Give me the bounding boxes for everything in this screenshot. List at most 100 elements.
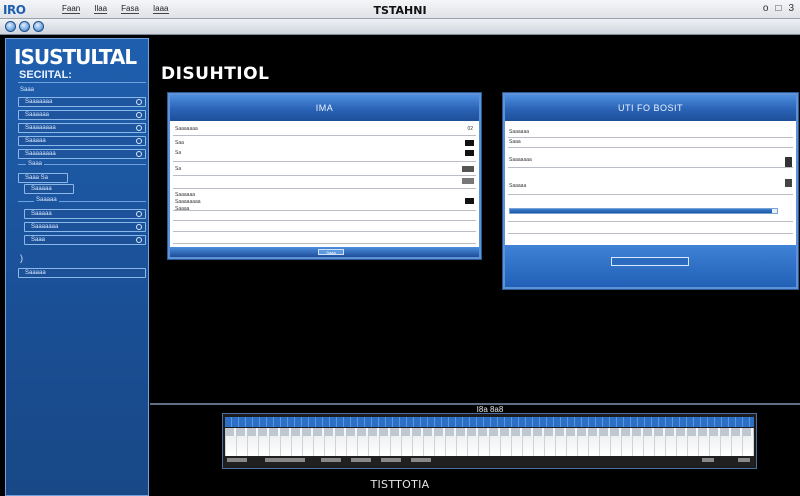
field-label: Saaaaaaa bbox=[175, 126, 198, 132]
sidebar-item-label: Saaaaa bbox=[31, 211, 52, 217]
ok-button[interactable] bbox=[611, 257, 689, 266]
window-controls: o □ 3 bbox=[763, 3, 794, 14]
radio-icon bbox=[136, 138, 142, 144]
radio-icon bbox=[136, 125, 142, 131]
field-value: 02 bbox=[467, 126, 473, 132]
sidebar-item-11[interactable]: Saaaaa bbox=[24, 209, 146, 219]
timeline-track[interactable] bbox=[225, 428, 754, 436]
sidebar-item-2[interactable]: Saaaaaaa bbox=[18, 97, 146, 107]
field-label: Saaaaaa bbox=[175, 192, 196, 198]
timeline-marker[interactable] bbox=[702, 458, 714, 462]
refresh-icon[interactable] bbox=[33, 21, 44, 32]
row-divider bbox=[508, 194, 793, 195]
sidebar-item-6[interactable]: Saaaaaaaa bbox=[18, 149, 146, 159]
sidebar-item-label: Saaaaa bbox=[25, 138, 46, 144]
close-button[interactable]: 3 bbox=[788, 3, 794, 14]
progress-bar bbox=[509, 208, 778, 214]
sidebar-item-3[interactable]: Saaaaaa bbox=[18, 110, 146, 120]
field-label: Saaaaaaa bbox=[509, 157, 532, 163]
sidebar-item-12[interactable]: Saaaaaaa bbox=[24, 222, 146, 232]
sidebar-item-label: Saaa bbox=[26, 161, 45, 167]
toolbar bbox=[0, 19, 800, 35]
radio-icon bbox=[136, 224, 142, 230]
row-divider bbox=[508, 167, 793, 168]
field-stepper[interactable] bbox=[462, 178, 474, 184]
row-divider bbox=[173, 175, 476, 176]
field-label: Sa bbox=[175, 166, 182, 172]
row-divider bbox=[173, 135, 476, 136]
panel-title: IMA bbox=[315, 103, 334, 113]
sidebar-item-14[interactable]: Saaaaa bbox=[18, 268, 146, 278]
row-divider bbox=[173, 161, 476, 162]
row-divider bbox=[508, 147, 793, 148]
sidebar-item-9[interactable]: Saaaaa bbox=[24, 184, 74, 194]
field-label: Saaaa bbox=[175, 206, 190, 212]
chevron-icon[interactable]: ) bbox=[20, 253, 23, 263]
row-divider bbox=[508, 137, 793, 138]
panel-footer: Saaa bbox=[170, 247, 479, 257]
sidebar-item-label: Saaaaaa bbox=[25, 112, 50, 118]
sidebar-item-label: Saaaaa bbox=[31, 186, 52, 192]
sidebar-item-label: Saaa bbox=[20, 87, 35, 93]
radio-icon bbox=[136, 151, 142, 157]
timeline-marker[interactable] bbox=[321, 458, 341, 462]
row-divider bbox=[173, 188, 476, 189]
panel-title: UTI FO BOSIT bbox=[617, 103, 683, 113]
sidebar-item-label: Saaa Sa bbox=[25, 175, 49, 181]
field-stepper[interactable] bbox=[462, 166, 474, 172]
sidebar-item-label: Saaaaaaa bbox=[31, 224, 59, 230]
timeline-marker[interactable] bbox=[265, 458, 305, 462]
field-stepper[interactable] bbox=[785, 179, 792, 187]
sidebar-item-5[interactable]: Saaaaa bbox=[18, 136, 146, 146]
timeline-ruler bbox=[225, 417, 754, 427]
progress-fill bbox=[510, 209, 772, 213]
field-checkbox[interactable] bbox=[465, 140, 474, 146]
timeline-marker[interactable] bbox=[738, 458, 750, 462]
field-label: Saa bbox=[175, 140, 184, 146]
field-checkbox[interactable] bbox=[465, 150, 474, 156]
row-divider bbox=[173, 220, 476, 221]
forward-icon[interactable] bbox=[19, 21, 30, 32]
sidebar-item-label: Saaaaaaa bbox=[25, 99, 53, 105]
radio-icon bbox=[136, 112, 142, 118]
field-label: Saaaaaaaa bbox=[175, 199, 201, 205]
field-label: Sa bbox=[175, 150, 182, 156]
settings-panel: IMA Saaaaaaa 02 Saa Sa Sa Saaaaaa Saaaaa… bbox=[168, 93, 481, 259]
status-panel: UTI FO BOSIT Saaaaaa Saaa Saaaaaaa Saaaa… bbox=[503, 93, 798, 289]
sidebar-item-4[interactable]: Saaaaaaaa bbox=[18, 123, 146, 133]
sidebar-title: ISUSTULTAL bbox=[14, 45, 137, 69]
sidebar-divider bbox=[18, 82, 146, 83]
panel-header: UTI FO BOSIT bbox=[505, 95, 796, 121]
page-title: DISUHTIOL bbox=[161, 64, 270, 84]
field-label: Saaa bbox=[509, 139, 521, 145]
field-stepper[interactable] bbox=[785, 157, 792, 167]
field-label: Saaaaa bbox=[509, 183, 527, 189]
row-divider bbox=[508, 233, 793, 234]
sidebar-item-label: Saaaaa bbox=[25, 270, 46, 276]
field-checkbox[interactable] bbox=[465, 198, 474, 204]
row-divider bbox=[173, 243, 476, 244]
title-bar: IRO Faan Ilaa Fasa Iaaa TSTAHNI o □ 3 bbox=[0, 0, 800, 19]
timeline-marker[interactable] bbox=[411, 458, 431, 462]
sidebar-item-8[interactable]: Saaa Sa bbox=[18, 173, 68, 183]
timeline-footer bbox=[225, 456, 754, 466]
sidebar-subtitle: SECIITAL: bbox=[19, 69, 72, 81]
timeline-marker[interactable] bbox=[351, 458, 371, 462]
timeline-marker[interactable] bbox=[381, 458, 401, 462]
apply-button[interactable]: Saaa bbox=[318, 249, 344, 255]
sidebar-item-label: Saaa bbox=[31, 237, 46, 243]
sidebar: ISUSTULTAL SECIITAL: Saaa Saaaaaaa Saaaa… bbox=[5, 38, 149, 496]
timeline-marker[interactable] bbox=[227, 458, 247, 462]
radio-icon bbox=[136, 99, 142, 105]
minimize-button[interactable]: o bbox=[763, 3, 769, 14]
status-bar: TISTTOTIA bbox=[370, 478, 430, 491]
row-divider bbox=[508, 221, 793, 222]
maximize-button[interactable]: □ bbox=[775, 3, 781, 14]
radio-icon bbox=[136, 237, 142, 243]
row-divider bbox=[173, 231, 476, 232]
sidebar-item-13[interactable]: Saaa bbox=[24, 235, 146, 245]
back-icon[interactable] bbox=[5, 21, 16, 32]
timeline-panel[interactable] bbox=[222, 413, 757, 469]
field-label: Saaaaaa bbox=[509, 129, 530, 135]
sidebar-item-label: Saaaaaaaa bbox=[25, 125, 56, 131]
